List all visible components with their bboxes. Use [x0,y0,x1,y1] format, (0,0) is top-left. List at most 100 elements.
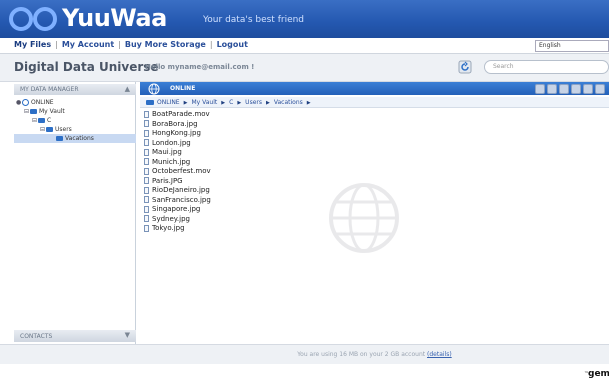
file-item[interactable]: Maui.jpg [140,148,440,158]
nav-separator: | [55,40,58,49]
footer-left [0,344,140,364]
tree-item-online[interactable]: ● ONLINE [14,98,136,107]
logo-icon [9,7,57,31]
nav-my-account[interactable]: My Account [62,40,114,49]
search-input[interactable]: Search [484,60,609,74]
delete-icon[interactable] [583,84,593,94]
file-name: Maui.jpg [152,148,182,156]
file-name: Munich.jpg [152,157,191,166]
panel-header-label: MY DATA MANAGER [20,86,79,93]
file-browser: ONLINE ONLINE ▶ My Vault ▶ C ▶ Users ▶ Vacations… [140,82,609,344]
file-icon [144,148,149,156]
chevron-right-icon: ▶ [221,100,226,106]
file-icon [144,186,149,194]
chevron-right-icon: ▶ [183,100,188,106]
upload-icon[interactable] [535,84,545,94]
file-name: HongKong.jpg [152,129,201,137]
breadcrumb-item[interactable]: Users [245,99,262,106]
toolbar [535,84,605,94]
top-nav-links: My Files | My Account | Buy More Storage | Log… [14,40,248,49]
file-name: Singapore.jpg [152,205,201,213]
gemalto-logo: gemalto [588,369,609,379]
contacts-header[interactable]: CONTACTS ▼ [14,330,136,342]
details-link[interactable]: (details) [427,351,452,358]
file-icon [144,196,149,203]
collapse-icon[interactable]: ▲ [125,85,130,93]
file-item[interactable]: HongKong.jpg [140,129,440,139]
storage-status: You are using 16 MB on your 2 GB account… [140,344,609,364]
panel-header: MY DATA MANAGER ▲ [14,84,136,95]
user-greeting: Hello myname@email.com ! [145,63,255,71]
tree-item-label: My Vault [39,108,65,115]
file-icon [144,215,149,222]
file-icon [144,110,149,118]
folder-icon [30,109,37,114]
breadcrumb-item[interactable]: C [229,99,233,106]
file-name: SanFrancisco.jpg [152,195,211,204]
breadcrumb: ONLINE ▶ My Vault ▶ C ▶ Users ▶ Vacations ▶ [140,97,609,108]
globe-icon [22,99,29,106]
file-item[interactable]: London.jpg [140,139,440,149]
new-folder-icon[interactable] [559,84,569,94]
nav-logout[interactable]: Logout [217,40,248,49]
file-icon [144,129,149,137]
file-item[interactable]: Munich.jpg [140,158,440,168]
tree-item-users[interactable]: ⊟ Users [14,125,136,134]
expand-icon[interactable]: ▼ [125,331,130,339]
file-icon [144,139,149,146]
file-name: London.jpg [152,138,191,147]
data-manager-panel: MY DATA MANAGER ▲ ● ONLINE ⊟ My Vault ⊟ C ⊟… [14,82,136,344]
file-icon [144,120,149,127]
file-item[interactable]: BoraBora.jpg [140,120,440,130]
file-name: RioDeJaneiro.jpg [152,186,210,194]
nav-separator: | [209,40,213,49]
page-title: Digital Data Universe [14,60,159,74]
folder-icon [56,136,63,141]
app-header: YuuWaa Your data's best friend [0,0,609,38]
globe-icon [148,83,160,95]
top-nav: My Files | My Account | Buy More Storage | Log… [0,38,609,54]
file-icon [144,224,149,232]
tree-item-label: Users [55,126,72,133]
file-name: Sydney.jpg [152,214,190,223]
folder-icon [46,127,53,132]
folder-icon [146,100,154,105]
chevron-right-icon: ▶ [237,100,242,106]
language-select[interactable]: English [535,40,609,52]
file-name: Tokyo.jpg [152,224,185,232]
folder-tree: ● ONLINE ⊟ My Vault ⊟ C ⊟ Users Vacations [14,98,136,143]
chevron-right-icon: ▶ [306,100,311,106]
contacts-label: CONTACTS [20,333,53,340]
file-name: BoraBora.jpg [152,119,198,128]
file-icon [144,167,149,175]
breadcrumb-item[interactable]: ONLINE [157,99,180,106]
breadcrumb-item[interactable]: Vacations [274,99,303,106]
file-item[interactable]: Octoberfest.mov [140,167,440,177]
sub-header: Digital Data Universe Hello myname@email… [0,54,609,82]
refresh-icon[interactable] [458,60,472,74]
tree-item-label: Vacations [65,135,94,142]
bottom-bar [0,364,609,388]
brand-logo: YuuWaa [62,4,167,32]
tree-item-my-vault[interactable]: ⊟ My Vault [14,107,136,116]
folder-icon [38,118,45,123]
nav-my-files[interactable]: My Files [14,40,51,49]
nav-buy-storage[interactable]: Buy More Storage [125,40,206,49]
location-bar: ONLINE [140,82,609,95]
chevron-right-icon: ▶ [265,100,270,106]
breadcrumb-item[interactable]: My Vault [191,99,217,106]
location-label: ONLINE [170,85,196,92]
tree-item-label: ONLINE [31,99,54,106]
download-icon[interactable] [547,84,557,94]
share-icon[interactable] [571,84,581,94]
file-name: Paris.JPG [152,176,183,185]
file-icon [144,177,149,184]
view-icon[interactable] [595,84,605,94]
file-name: Octoberfest.mov [152,167,211,175]
tree-item-vacations[interactable]: Vacations [14,134,136,143]
tree-item-c[interactable]: ⊟ C [14,116,136,125]
file-icon [144,158,149,165]
file-item[interactable]: BoatParade.mov [140,110,440,120]
globe-watermark-icon [329,183,399,253]
file-name: BoatParade.mov [152,110,210,118]
